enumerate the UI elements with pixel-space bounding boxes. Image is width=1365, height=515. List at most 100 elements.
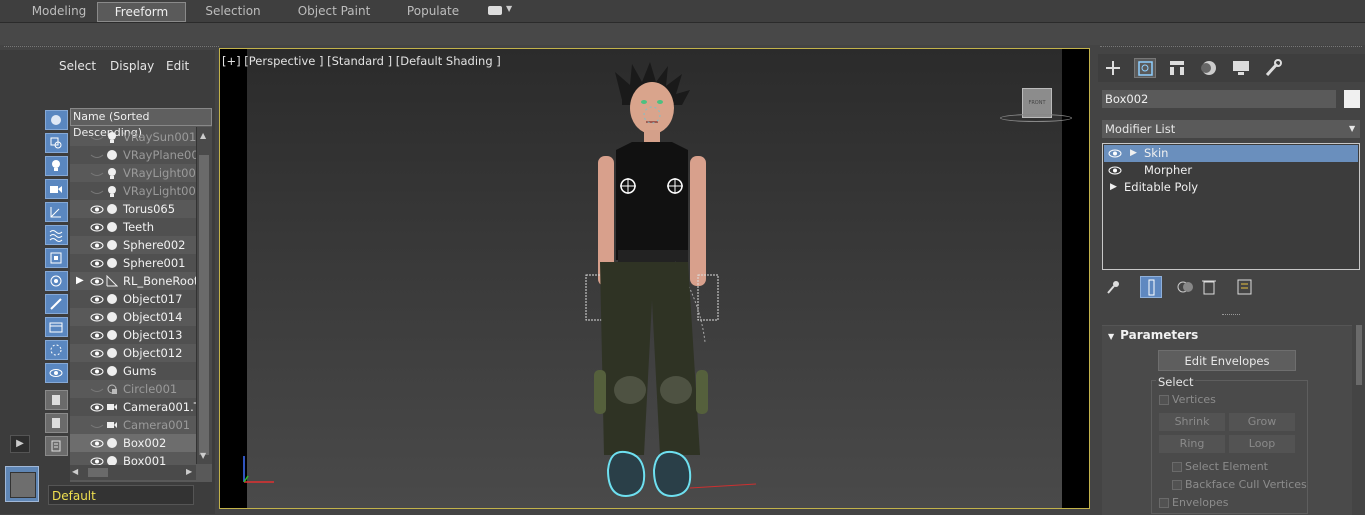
eye-icon[interactable] — [90, 259, 104, 268]
list-item[interactable]: Sphere002 — [70, 236, 196, 254]
modify-tab-icon[interactable] — [1134, 58, 1156, 78]
filter-particles-icon[interactable] — [45, 340, 68, 360]
motion-tab-icon[interactable] — [1198, 58, 1220, 78]
list-vertical-scrollbar[interactable]: ▲ ▼ — [196, 127, 212, 464]
list-item[interactable]: ▶ RL_BoneRoot — [70, 272, 199, 290]
pin-stack-icon[interactable] — [1102, 276, 1124, 298]
eye-closed-icon[interactable] — [90, 133, 104, 142]
explorer-list-icon[interactable] — [45, 436, 68, 456]
eye-closed-icon[interactable] — [90, 169, 104, 178]
expand-arrow-icon[interactable]: ▶ — [76, 275, 84, 286]
character-model[interactable] — [560, 60, 760, 505]
explorer-options-icon[interactable] — [45, 390, 68, 410]
ring-button[interactable]: Ring — [1159, 435, 1225, 453]
eye-icon[interactable] — [90, 439, 104, 448]
name-column-header[interactable]: Name (Sorted Descending) — [70, 108, 212, 139]
list-item[interactable]: Teeth — [70, 218, 196, 236]
menu-select[interactable]: Select — [59, 59, 96, 73]
filter-lights-icon[interactable] — [45, 156, 68, 176]
list-item[interactable]: Object017 — [70, 290, 196, 308]
grow-button[interactable]: Grow — [1229, 413, 1295, 431]
list-item[interactable]: Torus065 — [70, 200, 196, 218]
scroll-left-icon[interactable]: ◀ — [72, 467, 78, 476]
list-item[interactable]: VRayLight001 — [70, 182, 203, 200]
filter-cameras-icon[interactable] — [45, 179, 68, 199]
eye-icon[interactable] — [90, 277, 104, 286]
chevron-down-icon[interactable]: ▼ — [506, 4, 512, 13]
list-item[interactable]: Sphere001 — [70, 254, 196, 272]
rollout-divider[interactable] — [1222, 314, 1240, 319]
hscroll-thumb[interactable] — [88, 468, 108, 477]
hierarchy-tab-icon[interactable] — [1166, 58, 1188, 78]
list-item[interactable]: Camera001.Ta — [70, 398, 206, 416]
list-item[interactable]: Camera001 — [70, 416, 196, 434]
eye-icon[interactable] — [90, 367, 104, 376]
filter-groups-icon[interactable] — [45, 248, 68, 268]
eye-icon[interactable] — [90, 403, 104, 412]
eye-icon[interactable] — [90, 331, 104, 340]
select-element-checkbox[interactable] — [1172, 462, 1182, 472]
expand-arrow-icon[interactable]: ▶ — [10, 435, 30, 453]
remove-modifier-icon[interactable] — [1198, 276, 1220, 298]
create-tab-icon[interactable] — [1102, 58, 1124, 78]
envelopes-checkbox[interactable] — [1159, 498, 1169, 508]
explorer-layer-icon[interactable] — [45, 413, 68, 433]
scroll-down-icon[interactable]: ▼ — [200, 451, 206, 460]
tab-object-paint[interactable]: Object Paint — [290, 2, 378, 20]
filter-containers-icon[interactable] — [45, 317, 68, 337]
loop-button[interactable]: Loop — [1229, 435, 1295, 453]
show-end-result-icon[interactable] — [1140, 276, 1162, 298]
eye-icon[interactable] — [1108, 166, 1122, 175]
scroll-right-icon[interactable]: ▶ — [186, 467, 192, 476]
ribbon-options-icon[interactable] — [488, 6, 502, 15]
eye-closed-icon[interactable] — [90, 151, 104, 160]
eye-icon[interactable] — [90, 295, 104, 304]
eye-closed-icon[interactable] — [90, 187, 104, 196]
list-item[interactable]: Object014 — [70, 308, 196, 326]
modifier-item-skin[interactable]: ▶ Skin — [1104, 145, 1358, 162]
eye-icon[interactable] — [90, 349, 104, 358]
viewport-label-menu[interactable]: [+] [Perspective ] [Standard ] [Default … — [222, 54, 501, 68]
modifier-list-dropdown[interactable]: Modifier List ▼ — [1102, 120, 1360, 138]
filter-helpers-icon[interactable] — [45, 202, 68, 222]
object-color-swatch[interactable] — [1344, 90, 1360, 108]
eye-icon[interactable] — [1108, 149, 1122, 158]
shrink-button[interactable]: Shrink — [1159, 413, 1225, 431]
list-item[interactable]: Gums — [70, 362, 196, 380]
backface-cull-checkbox[interactable] — [1172, 480, 1182, 490]
filter-shapes-icon[interactable] — [45, 133, 68, 153]
modifier-item-morpher[interactable]: Morpher — [1104, 162, 1358, 179]
list-item[interactable]: Box002 — [70, 434, 196, 452]
current-layer-field[interactable]: Default — [48, 485, 194, 505]
eye-closed-icon[interactable] — [90, 385, 104, 394]
list-item[interactable]: Object013 — [70, 326, 196, 344]
configure-sets-icon[interactable] — [1234, 276, 1256, 298]
filter-xrefs-icon[interactable] — [45, 271, 68, 291]
edit-envelopes-button[interactable]: Edit Envelopes — [1158, 350, 1296, 371]
expand-arrow-icon[interactable]: ▶ — [1110, 179, 1117, 196]
menu-edit[interactable]: Edit — [166, 59, 189, 73]
list-item[interactable]: Object012 — [70, 344, 196, 362]
make-unique-icon[interactable] — [1174, 276, 1196, 298]
eye-icon[interactable] — [90, 205, 104, 214]
scroll-up-icon[interactable]: ▲ — [200, 131, 206, 140]
filter-spacewarps-icon[interactable] — [45, 225, 68, 245]
tab-modeling[interactable]: Modeling — [22, 2, 96, 20]
tab-populate[interactable]: Populate — [398, 2, 468, 20]
eye-icon[interactable] — [90, 313, 104, 322]
display-tab-icon[interactable] — [1230, 58, 1252, 78]
parameters-rollout-title[interactable]: ▼ Parameters — [1108, 328, 1198, 342]
scrollbar-thumb[interactable] — [199, 155, 209, 455]
collapse-arrow-icon[interactable]: ▼ — [1108, 332, 1114, 341]
filter-geometry-icon[interactable] — [45, 110, 68, 130]
command-panel-scrollbar[interactable] — [1356, 325, 1362, 385]
tab-selection[interactable]: Selection — [196, 2, 270, 20]
tab-freeform[interactable]: Freeform — [97, 2, 186, 22]
eye-closed-icon[interactable] — [90, 421, 104, 430]
utilities-tab-icon[interactable] — [1262, 58, 1284, 78]
list-item[interactable]: Circle001 — [70, 380, 196, 398]
list-item[interactable]: VRayLight002 — [70, 164, 203, 182]
menu-display[interactable]: Display — [110, 59, 154, 73]
list-item[interactable]: VRaySun001 — [70, 128, 196, 146]
list-horizontal-scrollbar[interactable]: ◀ ▶ — [70, 465, 196, 480]
